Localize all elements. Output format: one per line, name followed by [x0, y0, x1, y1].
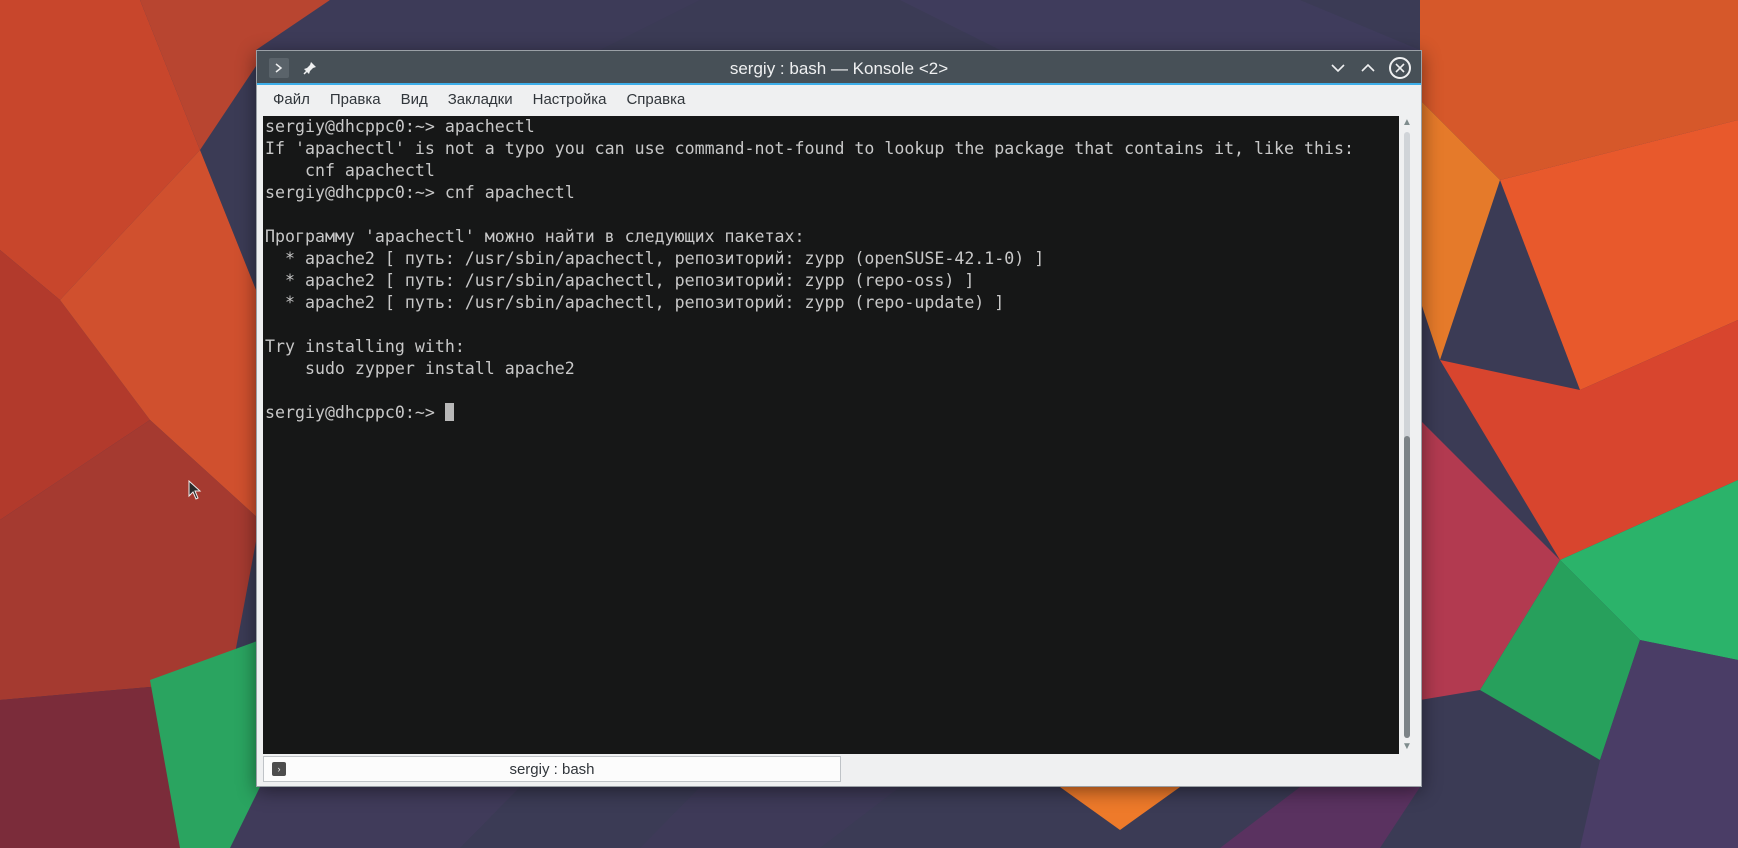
menu-file[interactable]: Файл [263, 85, 320, 115]
terminal-line: * apache2 [ путь: /usr/sbin/apachectl, р… [265, 271, 975, 290]
terminal-line: If 'apachectl' is not a typo you can use… [265, 139, 1354, 158]
terminal-line: * apache2 [ путь: /usr/sbin/apachectl, р… [265, 293, 1005, 312]
window-title: sergiy : bash — Konsole <2> [729, 59, 949, 78]
text-cursor [444, 403, 454, 421]
scroll-thumb[interactable] [1404, 436, 1410, 738]
terminal-line: Программу 'apachectl' можно найти в след… [265, 227, 805, 246]
terminal-prompt-line[interactable]: sergiy@dhcppc0:~> [263, 402, 1399, 424]
title-bar[interactable]: sergiy : bash — Konsole <2> [257, 51, 1421, 85]
scroll-down-arrow-icon[interactable]: ▼ [1399, 740, 1415, 754]
terminal-line: cnf apachectl [265, 161, 435, 180]
terminal-line: sudo zypper install apache2 [265, 359, 575, 378]
chevron-down-icon[interactable] [1327, 57, 1349, 79]
tab-session[interactable]: › sergiy : bash [263, 756, 841, 782]
close-icon[interactable] [1389, 57, 1411, 79]
terminal-line: sergiy@dhcppc0:~> apachectl [265, 117, 535, 136]
terminal-prompt: sergiy@dhcppc0:~> [265, 403, 445, 422]
menu-help[interactable]: Справка [616, 85, 695, 115]
menu-edit[interactable]: Правка [320, 85, 391, 115]
scroll-up-arrow-icon[interactable]: ▲ [1399, 116, 1415, 130]
chevron-up-icon[interactable] [1357, 57, 1379, 79]
menu-bookmarks[interactable]: Закладки [438, 85, 523, 115]
menu-bar: Файл Правка Вид Закладки Настройка Справ… [257, 85, 1421, 115]
konsole-window: sergiy : bash — Konsole <2> Файл Правка … [256, 50, 1422, 787]
vertical-scrollbar[interactable]: ▲ ▼ [1399, 116, 1415, 754]
menu-view[interactable]: Вид [391, 85, 438, 115]
terminal-line: Try installing with: [265, 337, 465, 356]
mouse-pointer-icon [188, 479, 202, 505]
terminal-line: sergiy@dhcppc0:~> cnf apachectl [265, 183, 575, 202]
terminal-line: * apache2 [ путь: /usr/sbin/apachectl, р… [265, 249, 1045, 268]
menu-settings[interactable]: Настройка [523, 85, 617, 115]
tab-bar: › sergiy : bash [257, 754, 1421, 786]
tab-label: sergiy : bash [509, 761, 595, 778]
terminal-output[interactable]: sergiy@dhcppc0:~> apachectl If 'apachect… [263, 116, 1399, 754]
